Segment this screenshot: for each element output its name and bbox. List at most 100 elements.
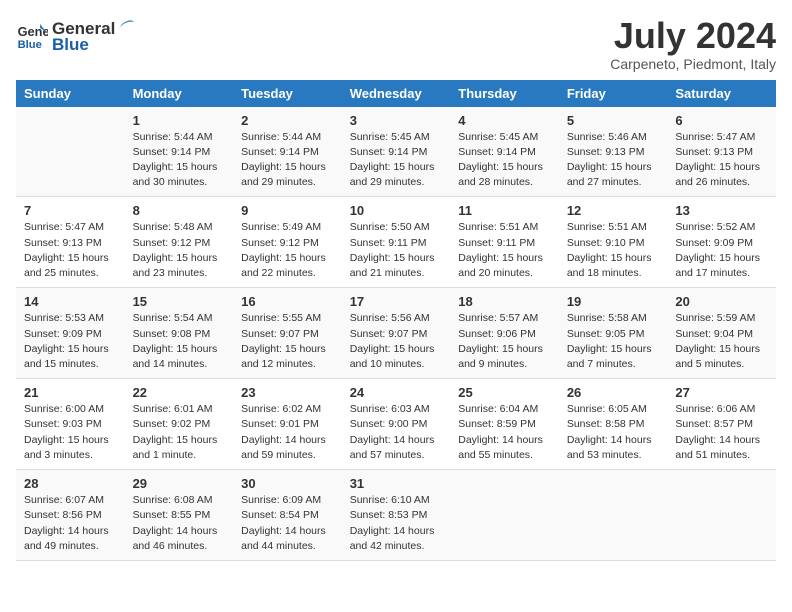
calendar-cell: 15 Sunrise: 5:54 AM Sunset: 9:08 PM Dayli… xyxy=(125,288,234,379)
day-number: 18 xyxy=(458,294,551,309)
day-number: 28 xyxy=(24,476,117,491)
page-header: General Blue General Blue July 2024 Carp… xyxy=(16,16,776,72)
calendar-cell: 28 Sunrise: 6:07 AM Sunset: 8:56 PM Dayli… xyxy=(16,470,125,561)
day-number: 29 xyxy=(133,476,226,491)
day-number: 19 xyxy=(567,294,660,309)
day-number: 11 xyxy=(458,203,551,218)
day-info: Sunrise: 6:05 AM Sunset: 8:58 PM Dayligh… xyxy=(567,402,660,463)
calendar-cell: 21 Sunrise: 6:00 AM Sunset: 9:03 PM Dayli… xyxy=(16,379,125,470)
calendar-cell xyxy=(667,470,776,561)
day-number: 27 xyxy=(675,385,768,400)
day-info: Sunrise: 5:46 AM Sunset: 9:13 PM Dayligh… xyxy=(567,130,660,191)
calendar-cell: 16 Sunrise: 5:55 AM Sunset: 9:07 PM Dayli… xyxy=(233,288,342,379)
calendar-week-row: 7 Sunrise: 5:47 AM Sunset: 9:13 PM Daylig… xyxy=(16,197,776,288)
day-number: 17 xyxy=(350,294,443,309)
calendar-cell: 26 Sunrise: 6:05 AM Sunset: 8:58 PM Dayli… xyxy=(559,379,668,470)
calendar-cell: 1 Sunrise: 5:44 AM Sunset: 9:14 PM Daylig… xyxy=(125,107,234,197)
calendar-cell: 20 Sunrise: 5:59 AM Sunset: 9:04 PM Dayli… xyxy=(667,288,776,379)
calendar-cell xyxy=(16,107,125,197)
day-info: Sunrise: 6:08 AM Sunset: 8:55 PM Dayligh… xyxy=(133,493,226,554)
svg-text:General: General xyxy=(18,24,48,39)
day-info: Sunrise: 5:56 AM Sunset: 9:07 PM Dayligh… xyxy=(350,311,443,372)
calendar-cell: 6 Sunrise: 5:47 AM Sunset: 9:13 PM Daylig… xyxy=(667,107,776,197)
day-header-tuesday: Tuesday xyxy=(233,80,342,107)
calendar-cell: 30 Sunrise: 6:09 AM Sunset: 8:54 PM Dayli… xyxy=(233,470,342,561)
day-info: Sunrise: 5:55 AM Sunset: 9:07 PM Dayligh… xyxy=(241,311,334,372)
day-info: Sunrise: 6:10 AM Sunset: 8:53 PM Dayligh… xyxy=(350,493,443,554)
calendar-cell: 29 Sunrise: 6:08 AM Sunset: 8:55 PM Dayli… xyxy=(125,470,234,561)
day-number: 4 xyxy=(458,113,551,128)
day-info: Sunrise: 6:04 AM Sunset: 8:59 PM Dayligh… xyxy=(458,402,551,463)
logo-bird-icon xyxy=(116,16,138,34)
calendar-cell: 13Sunrise: 5:52 AM Sunset: 9:09 PM Dayli… xyxy=(667,197,776,288)
calendar-cell: 4 Sunrise: 5:45 AM Sunset: 9:14 PM Daylig… xyxy=(450,107,559,197)
calendar-cell xyxy=(559,470,668,561)
calendar-week-row: 21 Sunrise: 6:00 AM Sunset: 9:03 PM Dayli… xyxy=(16,379,776,470)
calendar-week-row: 28 Sunrise: 6:07 AM Sunset: 8:56 PM Dayli… xyxy=(16,470,776,561)
calendar-cell: 3Sunrise: 5:45 AM Sunset: 9:14 PM Daylig… xyxy=(342,107,451,197)
day-header-wednesday: Wednesday xyxy=(342,80,451,107)
day-info: Sunrise: 5:51 AM Sunset: 9:11 PM Dayligh… xyxy=(458,220,551,281)
calendar-cell: 7 Sunrise: 5:47 AM Sunset: 9:13 PM Daylig… xyxy=(16,197,125,288)
calendar-cell: 24 Sunrise: 6:03 AM Sunset: 9:00 PM Dayli… xyxy=(342,379,451,470)
calendar-cell: 27 Sunrise: 6:06 AM Sunset: 8:57 PM Dayli… xyxy=(667,379,776,470)
calendar-cell: 22Sunrise: 6:01 AM Sunset: 9:02 PM Dayli… xyxy=(125,379,234,470)
day-header-thursday: Thursday xyxy=(450,80,559,107)
day-header-friday: Friday xyxy=(559,80,668,107)
day-info: Sunrise: 5:47 AM Sunset: 9:13 PM Dayligh… xyxy=(24,220,117,281)
calendar-cell: 2Sunrise: 5:44 AM Sunset: 9:14 PM Daylig… xyxy=(233,107,342,197)
day-number: 1 xyxy=(133,113,226,128)
day-number: 23 xyxy=(241,385,334,400)
day-header-monday: Monday xyxy=(125,80,234,107)
day-info: Sunrise: 6:09 AM Sunset: 8:54 PM Dayligh… xyxy=(241,493,334,554)
day-number: 26 xyxy=(567,385,660,400)
title-block: July 2024 Carpeneto, Piedmont, Italy xyxy=(610,16,776,72)
day-info: Sunrise: 6:07 AM Sunset: 8:56 PM Dayligh… xyxy=(24,493,117,554)
logo-icon: General Blue xyxy=(16,20,48,52)
day-number: 20 xyxy=(675,294,768,309)
day-number: 7 xyxy=(24,203,117,218)
day-info: Sunrise: 6:03 AM Sunset: 9:00 PM Dayligh… xyxy=(350,402,443,463)
calendar-header-row: SundayMondayTuesdayWednesdayThursdayFrid… xyxy=(16,80,776,107)
day-header-saturday: Saturday xyxy=(667,80,776,107)
day-number: 22 xyxy=(133,385,226,400)
day-number: 30 xyxy=(241,476,334,491)
day-number: 5 xyxy=(567,113,660,128)
calendar-cell: 19 Sunrise: 5:58 AM Sunset: 9:05 PM Dayli… xyxy=(559,288,668,379)
day-info: Sunrise: 5:59 AM Sunset: 9:04 PM Dayligh… xyxy=(675,311,768,372)
calendar-week-row: 1 Sunrise: 5:44 AM Sunset: 9:14 PM Daylig… xyxy=(16,107,776,197)
day-number: 16 xyxy=(241,294,334,309)
location-subtitle: Carpeneto, Piedmont, Italy xyxy=(610,56,776,72)
day-info: Sunrise: 5:48 AM Sunset: 9:12 PM Dayligh… xyxy=(133,220,226,281)
calendar-cell: 17 Sunrise: 5:56 AM Sunset: 9:07 PM Dayli… xyxy=(342,288,451,379)
day-info: Sunrise: 5:53 AM Sunset: 9:09 PM Dayligh… xyxy=(24,311,117,372)
calendar-cell: 12 Sunrise: 5:51 AM Sunset: 9:10 PM Dayli… xyxy=(559,197,668,288)
day-number: 21 xyxy=(24,385,117,400)
day-number: 15 xyxy=(133,294,226,309)
day-number: 6 xyxy=(675,113,768,128)
calendar-cell: 5 Sunrise: 5:46 AM Sunset: 9:13 PM Daylig… xyxy=(559,107,668,197)
day-info: Sunrise: 5:57 AM Sunset: 9:06 PM Dayligh… xyxy=(458,311,551,372)
day-number: 12 xyxy=(567,203,660,218)
day-info: Sunrise: 5:45 AM Sunset: 9:14 PM Dayligh… xyxy=(458,130,551,191)
day-info: Sunrise: 5:44 AM Sunset: 9:14 PM Dayligh… xyxy=(241,130,334,191)
calendar-cell: 9Sunrise: 5:49 AM Sunset: 9:12 PM Daylig… xyxy=(233,197,342,288)
day-info: Sunrise: 5:44 AM Sunset: 9:14 PM Dayligh… xyxy=(133,130,226,191)
day-info: Sunrise: 5:45 AM Sunset: 9:14 PM Dayligh… xyxy=(350,130,443,191)
day-info: Sunrise: 5:54 AM Sunset: 9:08 PM Dayligh… xyxy=(133,311,226,372)
day-number: 9 xyxy=(241,203,334,218)
day-number: 10 xyxy=(350,203,443,218)
day-number: 24 xyxy=(350,385,443,400)
day-info: Sunrise: 6:06 AM Sunset: 8:57 PM Dayligh… xyxy=(675,402,768,463)
calendar-cell: 10Sunrise: 5:50 AM Sunset: 9:11 PM Dayli… xyxy=(342,197,451,288)
calendar-cell: 14 Sunrise: 5:53 AM Sunset: 9:09 PM Dayli… xyxy=(16,288,125,379)
day-info: Sunrise: 6:00 AM Sunset: 9:03 PM Dayligh… xyxy=(24,402,117,463)
svg-text:Blue: Blue xyxy=(18,39,42,51)
day-info: Sunrise: 5:47 AM Sunset: 9:13 PM Dayligh… xyxy=(675,130,768,191)
day-info: Sunrise: 5:51 AM Sunset: 9:10 PM Dayligh… xyxy=(567,220,660,281)
calendar-table: SundayMondayTuesdayWednesdayThursdayFrid… xyxy=(16,80,776,561)
day-number: 14 xyxy=(24,294,117,309)
day-number: 31 xyxy=(350,476,443,491)
day-info: Sunrise: 5:58 AM Sunset: 9:05 PM Dayligh… xyxy=(567,311,660,372)
calendar-cell: 11 Sunrise: 5:51 AM Sunset: 9:11 PM Dayli… xyxy=(450,197,559,288)
